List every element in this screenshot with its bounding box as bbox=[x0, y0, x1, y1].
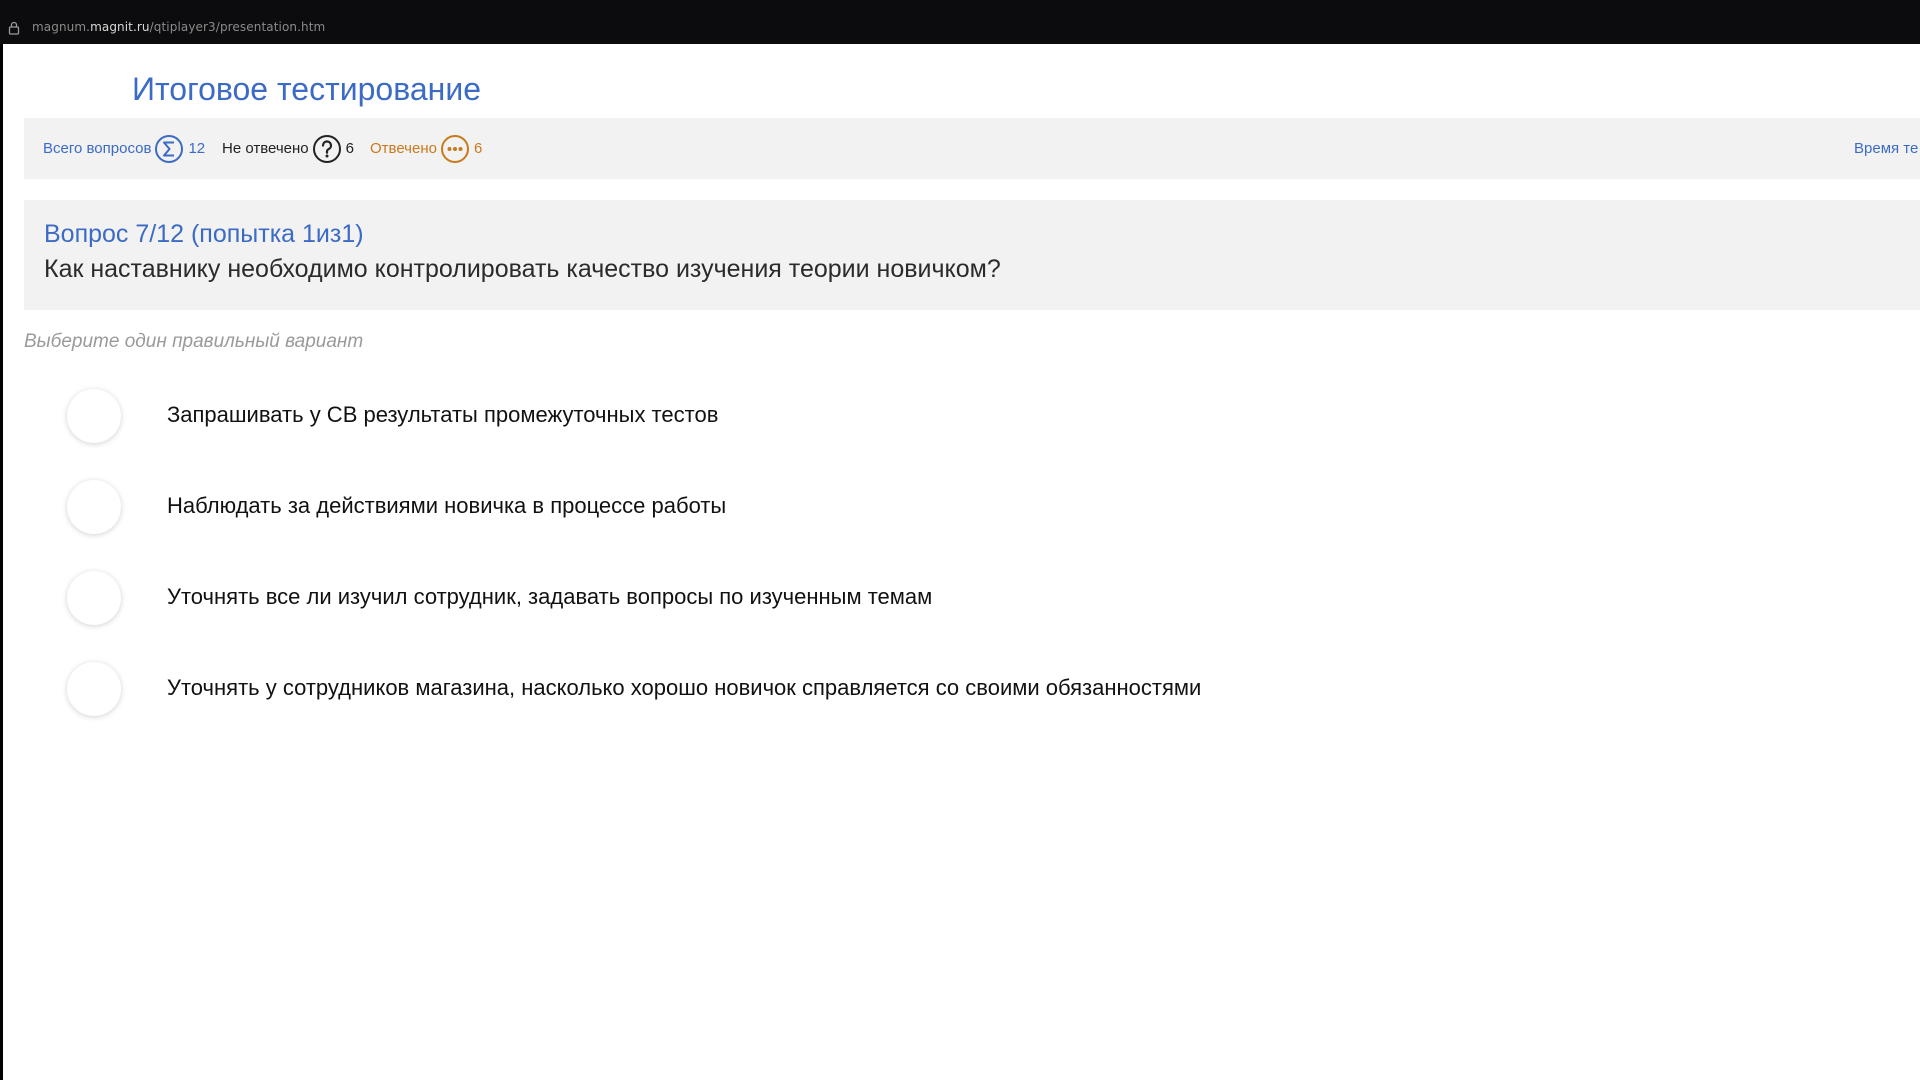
answer-option-label[interactable]: Запрашивать у СВ результаты промежуточны… bbox=[167, 402, 718, 428]
answer-option-4[interactable]: Уточнять у сотрудников магазина, насколь… bbox=[67, 660, 1367, 720]
page-title: Итоговое тестирование bbox=[132, 71, 481, 107]
question-text: Как наставнику необходимо контролировать… bbox=[44, 255, 1001, 283]
lock-icon bbox=[8, 21, 20, 35]
question-mark-icon bbox=[312, 134, 341, 163]
stat-answered-value: 6 bbox=[473, 140, 483, 157]
stat-total-label: Всего вопросов bbox=[43, 140, 152, 157]
answer-hint: Выберите один правильный вариант bbox=[24, 331, 364, 352]
radio-button[interactable] bbox=[67, 389, 121, 443]
answer-option-label[interactable]: Уточнять все ли изучил сотрудник, задава… bbox=[167, 584, 932, 610]
stat-time-label: Время те bbox=[1854, 140, 1919, 157]
question-number: Вопрос 7/12 (попытка 1из1) bbox=[44, 220, 364, 248]
stat-time: Время те bbox=[1854, 118, 1918, 179]
radio-button[interactable] bbox=[67, 480, 121, 534]
stat-unanswered: Не отвечено 6 bbox=[222, 118, 354, 179]
stat-answered-label: Отвечено bbox=[370, 140, 437, 157]
radio-button[interactable] bbox=[67, 662, 121, 716]
stat-unanswered-label: Не отвечено bbox=[222, 140, 309, 157]
sigma-icon bbox=[155, 134, 184, 163]
stat-total-value: 12 bbox=[188, 140, 206, 157]
stat-total-questions: Всего вопросов 12 bbox=[43, 118, 205, 179]
answer-option-2[interactable]: Наблюдать за действиями новичка в процес… bbox=[67, 478, 1367, 538]
question-panel: Вопрос 7/12 (попытка 1из1) Как наставник… bbox=[24, 200, 1920, 310]
page-viewport: Итоговое тестирование Всего вопросов 12 … bbox=[3, 44, 1920, 1080]
ellipsis-icon bbox=[440, 134, 469, 163]
browser-address-bar: magnum.magnit.ru/qtiplayer3/presentation… bbox=[0, 0, 1920, 44]
stat-unanswered-value: 6 bbox=[345, 140, 354, 157]
stat-answered: Отвечено 6 bbox=[370, 118, 482, 179]
stats-bar: Всего вопросов 12 Не отвечено 6 Отвечено bbox=[24, 118, 1920, 179]
answer-option-label[interactable]: Наблюдать за действиями новичка в процес… bbox=[167, 493, 726, 519]
answer-option-3[interactable]: Уточнять все ли изучил сотрудник, задава… bbox=[67, 569, 1367, 629]
answer-option-label[interactable]: Уточнять у сотрудников магазина, насколь… bbox=[167, 675, 1201, 701]
url-text[interactable]: magnum.magnit.ru/qtiplayer3/presentation… bbox=[32, 20, 325, 34]
answer-option-1[interactable]: Запрашивать у СВ результаты промежуточны… bbox=[67, 387, 1367, 447]
radio-button[interactable] bbox=[67, 571, 121, 625]
